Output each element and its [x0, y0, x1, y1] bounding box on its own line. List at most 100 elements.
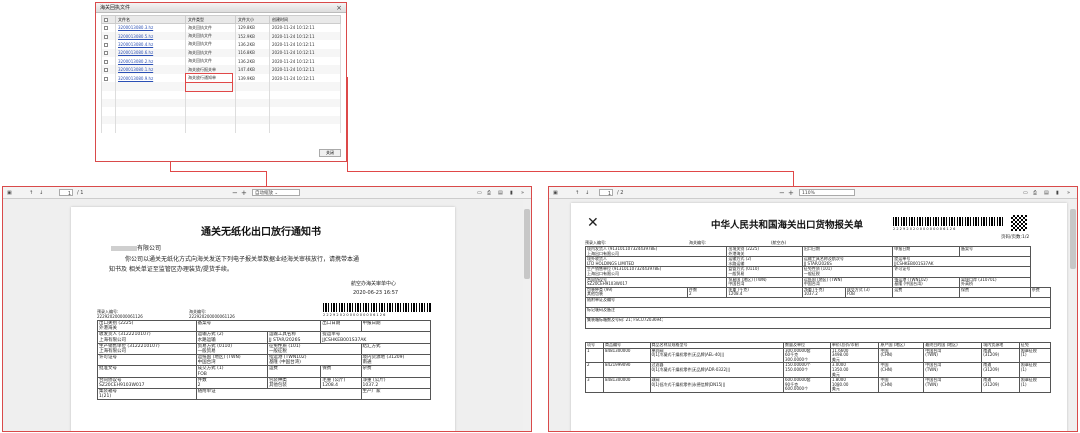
arrow-up-icon[interactable]: ↑ — [575, 189, 579, 197]
empty-cell — [235, 115, 270, 125]
close-icon[interactable]: × — [336, 3, 342, 13]
col-header-filetype[interactable]: 文件类型 — [185, 15, 236, 24]
grid-cell: 运费 — [892, 286, 960, 298]
file-name-link[interactable]: 3200013080.9.hz — [118, 76, 153, 81]
row-checkbox[interactable] — [101, 31, 116, 41]
checkbox[interactable] — [104, 34, 108, 39]
file-size-cell: 116.8KB — [235, 48, 270, 58]
cell-value: FOB — [197, 371, 207, 377]
file-time-cell: 2020-11-24 10:12:11 — [269, 31, 341, 41]
row-checkbox[interactable] — [101, 23, 116, 32]
file-name-link[interactable]: 3200013080.6.hz — [118, 50, 153, 55]
cell-empty — [363, 372, 429, 377]
grid-row: 包装种类 (99) 其他包装 件数 2 毛重 (千克) 1208.4 净重 (千克) 1037… — [585, 286, 1052, 298]
present-icon[interactable]: ▭ — [1023, 189, 1028, 197]
barcode-digits: 2 2 2 9 2 0 2 0 0 0 0 0 0 0 0 6 1 2 6 — [323, 313, 386, 317]
grid-row: 标记唛码及备注 — [585, 307, 1051, 319]
row-checkbox[interactable] — [101, 65, 116, 74]
cell-value: FOB — [846, 291, 855, 297]
select-all-checkbox[interactable] — [101, 15, 116, 24]
cell-empty — [961, 292, 1029, 296]
col-header-filesize[interactable]: 文件大小 — [235, 15, 270, 24]
grid-cell: 提运单号 JJCSHKEB001S37AK — [892, 256, 1031, 268]
item-code: 8481300000 — [604, 348, 631, 353]
left-scrollbar[interactable] — [523, 199, 531, 431]
file-row[interactable]: 3200013080.4.hz 海关回执文件 136.2KB 2020-11-24 1… — [101, 40, 341, 49]
print-icon[interactable]: ⎙ — [487, 189, 491, 197]
cell-value: JJCSHKEB001S37AK — [894, 260, 934, 266]
more-tools-icon[interactable]: » — [521, 189, 524, 197]
empty-cell — [235, 99, 270, 108]
page-number-input[interactable]: 1 — [59, 189, 73, 197]
zoom-select[interactable]: 自动缩放 ⌄ — [252, 189, 300, 196]
file-row[interactable]: 3200013080.3.hz 海关回执文件 129.8KB 2020-11-24 1… — [101, 23, 341, 32]
arrow-down-icon[interactable]: ↓ — [585, 189, 589, 197]
close-dialog-button[interactable]: 关闭 — [319, 149, 341, 157]
barcode-digits: 2 2 2 9 2 0 2 0 0 0 0 0 0 0 0 6 1 2 6 — [893, 227, 956, 231]
save-icon[interactable]: ▤ — [498, 189, 503, 197]
sidebar-toggle-icon[interactable]: ▣ — [553, 189, 558, 197]
cell-value: SZ20CEH9103W017 — [99, 382, 145, 388]
cell-empty — [322, 372, 359, 377]
arrow-up-icon[interactable]: ↑ — [29, 189, 33, 197]
cell-empty — [99, 372, 195, 377]
right-scrollbar[interactable] — [1069, 199, 1077, 431]
checkbox[interactable] — [104, 59, 108, 64]
arrow-down-icon[interactable]: ↓ — [39, 189, 43, 197]
zoom-out-icon[interactable]: − — [779, 189, 785, 197]
checkbox[interactable] — [104, 51, 108, 56]
grid-cell: 成交方式 (3) FOB — [844, 286, 894, 298]
bookmark-icon[interactable]: ▮ — [510, 189, 513, 197]
file-row[interactable]: 3200013080.5.hz 海关回执文件 152.9KB 2020-11-24 1… — [101, 31, 341, 41]
left-viewer-toolbar: ▣ ↑ ↓ 1 / 1 − + 自动缩放 ⌄ ▭ ⎙ ▤ ▮ » — [3, 187, 531, 199]
file-name-link[interactable]: 3200013080.5.hz — [118, 34, 153, 39]
checkbox[interactable] — [104, 68, 108, 73]
col-header-filename[interactable]: 文件名 — [115, 15, 186, 24]
print-icon[interactable]: ⎙ — [1033, 189, 1037, 197]
row-checkbox[interactable] — [101, 73, 116, 83]
file-size-cell: 136.2KB — [235, 40, 270, 49]
bookmark-icon[interactable]: ▮ — [1056, 189, 1059, 197]
grid-row: 批准文号 成交方式 (1) FOB 运费 保费 杂费 — [97, 365, 432, 378]
item-no: 2 — [587, 362, 590, 368]
file-name-link[interactable]: 3200013080.3.hz — [118, 25, 153, 30]
grid-cell: 申报日期 — [892, 245, 960, 258]
grid-cell: 境内货源地 (31209) 南通 — [360, 354, 432, 367]
item-source_code: (31209) — [983, 381, 1000, 387]
present-icon[interactable]: ▭ — [477, 189, 482, 197]
file-name-link[interactable]: 3200013080.1.hz — [118, 67, 153, 72]
row-checkbox[interactable] — [101, 40, 116, 49]
zoom-in-icon[interactable]: + — [788, 189, 794, 197]
cell-empty — [99, 360, 195, 365]
item-qty3: 150.0000个 — [785, 366, 809, 372]
file-row[interactable]: 3200013080.6.hz 海关回执文件 116.8KB 2020-11-24 1… — [101, 48, 341, 58]
save-icon[interactable]: ▤ — [1044, 189, 1049, 197]
file-name-link[interactable]: 3200013080.4.hz — [118, 42, 153, 47]
cell-empty — [894, 272, 1029, 276]
checkbox[interactable] — [104, 76, 108, 81]
grid-cell: 运输方式 (2) 水路运输 — [726, 256, 803, 268]
empty-cell — [269, 90, 341, 100]
cell-empty — [363, 349, 429, 354]
row-checkbox[interactable] — [101, 48, 116, 58]
sidebar-toggle-icon[interactable]: ▣ — [7, 189, 12, 197]
file-row[interactable]: 3200013080.2.hz 海关回执文件 136.2KB 2020-11-24 1… — [101, 57, 341, 66]
empty-cell — [115, 124, 186, 133]
zoom-value: 自动缩放 — [255, 191, 273, 196]
zoom-select[interactable]: 110% — [799, 189, 855, 196]
checkbox[interactable] — [104, 26, 108, 31]
barcode — [323, 303, 431, 312]
grid-cell: 结汇方式 — [360, 342, 432, 356]
checkbox[interactable] — [104, 42, 108, 47]
zoom-out-icon[interactable]: − — [232, 189, 238, 197]
page-number-input[interactable]: 1 — [599, 189, 613, 197]
grid-row: 集装箱标箱数及号码: 21; FSCU7203694; — [585, 317, 1051, 329]
file-name-link[interactable]: 3200013080.2.hz — [118, 59, 153, 64]
row-checkbox[interactable] — [101, 57, 116, 66]
col-header-created[interactable]: 创建时间 — [269, 15, 341, 24]
more-tools-icon[interactable]: » — [1067, 189, 1070, 197]
cell-value: 上海有限公司 — [99, 348, 126, 354]
item-cell: 300.00000套 60千克 300.0000个 — [783, 347, 831, 364]
zoom-in-icon[interactable]: + — [241, 189, 247, 197]
grid-cell: 征免性质 (101) 一般征税 — [266, 342, 362, 356]
